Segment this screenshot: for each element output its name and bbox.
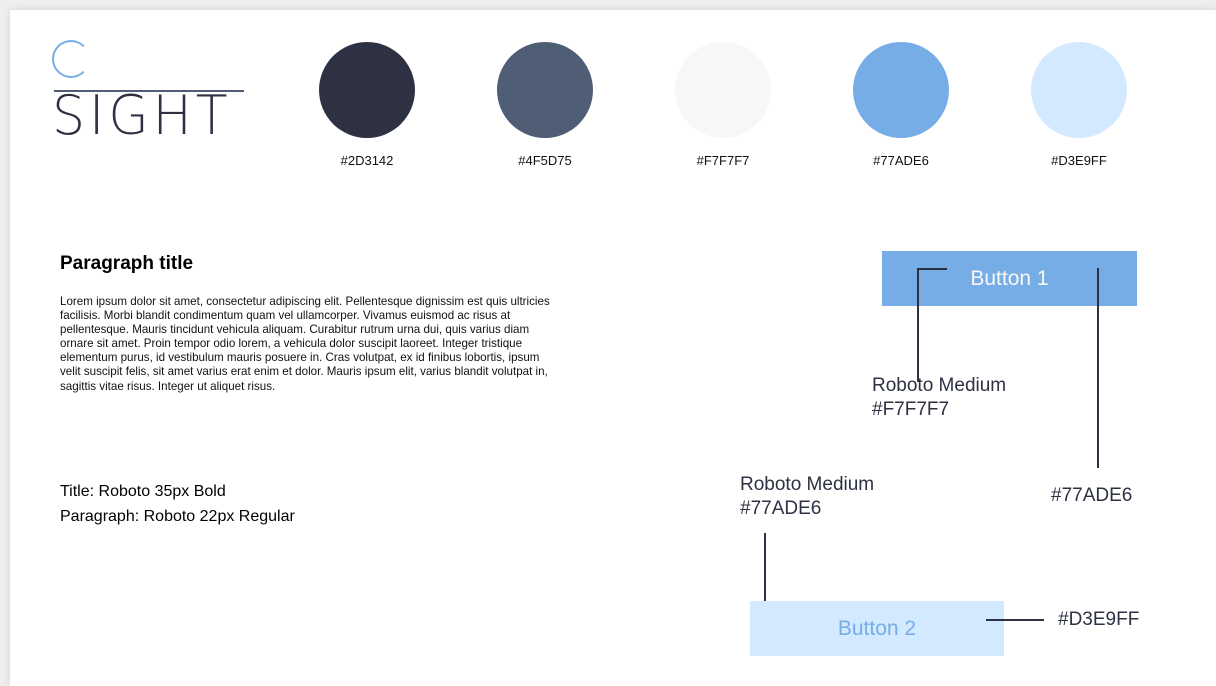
callout-line <box>917 268 947 270</box>
callout-line <box>986 619 1044 621</box>
swatch-off-white <box>675 42 771 138</box>
paragraph-body: Lorem ipsum dolor sit amet, consectetur … <box>60 295 550 393</box>
button-2[interactable]: Button 2 <box>750 601 1004 656</box>
swatch-label: #F7F7F7 <box>696 153 750 168</box>
logo-c-mark-icon <box>52 40 90 78</box>
swatch-label: #77ADE6 <box>873 153 929 168</box>
callout-line <box>1097 268 1099 468</box>
logo-wordmark: SIGHT <box>52 84 232 148</box>
paragraph-title: Paragraph title <box>60 253 194 274</box>
swatch-label: #D3E9FF <box>1051 153 1107 168</box>
button-2-label: Button 2 <box>837 616 917 640</box>
button-2-text-color-note: #77ADE6 <box>740 498 822 519</box>
style-guide-board: SIGHT #2D3142 #4F5D75 #F7F7F7 #77ADE6 #D… <box>10 10 1216 686</box>
paragraph-font-spec: Paragraph: Roboto 22px Regular <box>60 508 295 525</box>
title-font-spec: Title: Roboto 35px Bold <box>60 483 226 500</box>
button-1-label: Button 1 <box>970 266 1049 290</box>
button-1-text-annotation: Roboto Medium #F7F7F7 <box>872 374 1006 422</box>
swatch-slate <box>497 42 593 138</box>
button-2-text-annotation: Roboto Medium #77ADE6 <box>740 473 874 521</box>
button-1-font-note: Roboto Medium <box>872 375 1007 396</box>
button-2-bg-color-note: #D3E9FF <box>1058 609 1140 630</box>
callout-line <box>917 268 919 382</box>
button-2-font-note: Roboto Medium <box>740 474 875 495</box>
swatch-label: #2D3142 <box>340 153 394 168</box>
button-1-text-color-note: #F7F7F7 <box>872 399 950 420</box>
swatch-dark-navy <box>319 42 415 138</box>
swatch-light-blue <box>1031 42 1127 138</box>
swatch-blue <box>853 42 949 138</box>
swatch-label: #4F5D75 <box>518 153 572 168</box>
button-1-bg-color-note: #77ADE6 <box>1051 485 1133 506</box>
